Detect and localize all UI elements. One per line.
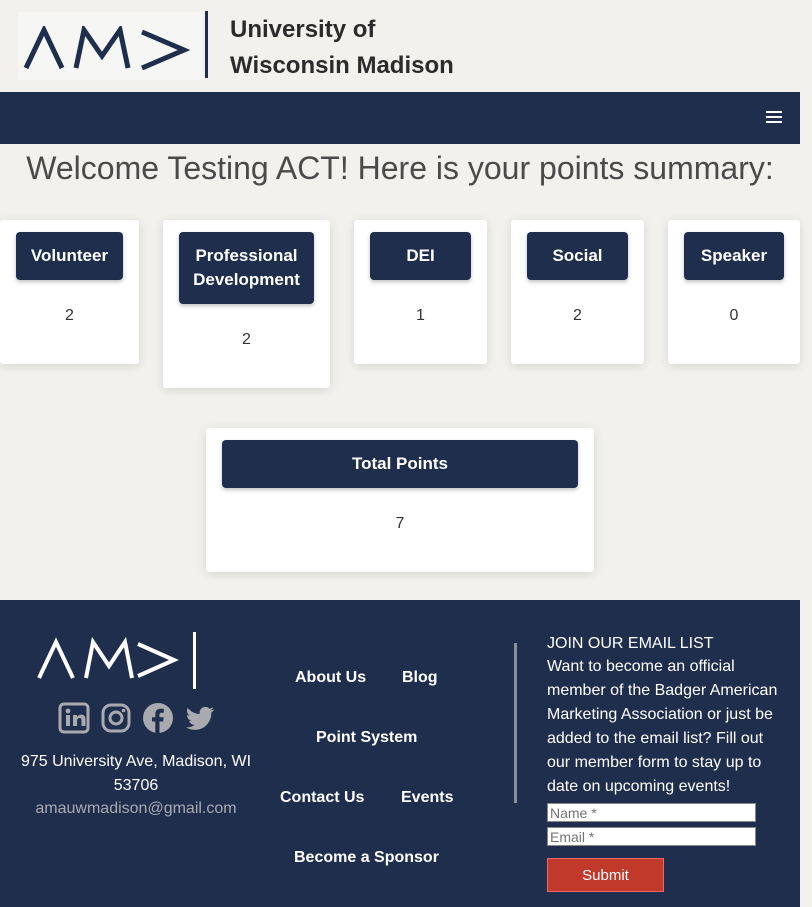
footer-address: 975 University Ave, Madison, WI 53706 [20, 753, 252, 794]
university-line-2: Wisconsin Madison [230, 52, 454, 79]
logo-divider [205, 11, 208, 78]
footer-ama-logo-mark [37, 632, 196, 689]
card-header-volunteer: Volunteer [16, 232, 123, 280]
card-header-speaker: Speaker [684, 232, 784, 280]
card-value-speaker: 0 [729, 307, 739, 324]
points-card-dei: DEI 1 [354, 220, 487, 364]
footer-link-sponsor[interactable]: Become a Sponsor [294, 849, 439, 867]
footer-link-blog[interactable]: Blog [402, 669, 438, 687]
points-card-speaker: Speaker 0 [668, 220, 800, 364]
points-card-professional-development: Professional Development 2 [163, 220, 330, 388]
site-footer: 975 University Ave, Madison, WI 53706 am… [0, 600, 800, 907]
total-points-header: Total Points [222, 440, 578, 488]
footer-link-contact[interactable]: Contact Us [280, 789, 364, 807]
nav-bar [0, 92, 800, 144]
twitter-icon[interactable] [184, 702, 216, 734]
ama-logo-mark [23, 26, 191, 70]
welcome-heading: Welcome Testing ACT! Here is your points… [26, 150, 774, 186]
instagram-icon[interactable] [100, 702, 132, 734]
name-input[interactable] [547, 803, 756, 822]
footer-logo[interactable] [36, 630, 200, 695]
total-points-value: 7 [395, 515, 405, 532]
social-icons [58, 702, 216, 734]
total-points-card: Total Points 7 [206, 428, 594, 572]
university-title: University of Wisconsin Madison [230, 12, 454, 84]
site-header: University of Wisconsin Madison [0, 0, 800, 92]
ama-logo[interactable] [18, 12, 202, 80]
submit-button[interactable]: Submit [547, 858, 664, 892]
points-card-volunteer: Volunteer 2 [0, 220, 139, 364]
card-value-dei: 1 [416, 307, 425, 324]
email-input[interactable] [547, 827, 756, 846]
card-value-volunteer: 2 [65, 307, 74, 324]
join-email-title: JOIN OUR EMAIL LIST [547, 635, 714, 652]
footer-divider [514, 643, 517, 803]
points-card-social: Social 2 [511, 220, 644, 364]
footer-email-link[interactable]: amauwmadison@gmail.com [10, 798, 262, 820]
card-value-professional-development: 2 [242, 331, 251, 348]
linkedin-icon[interactable] [58, 702, 90, 734]
card-header-professional-development: Professional Development [179, 232, 314, 304]
card-header-social: Social [527, 232, 628, 280]
join-email-text: Want to become an official member of the… [547, 658, 778, 795]
card-value-social: 2 [573, 307, 582, 324]
facebook-icon[interactable] [142, 702, 174, 734]
footer-link-point-system[interactable]: Point System [316, 729, 417, 747]
footer-link-events[interactable]: Events [401, 789, 453, 807]
card-header-dei: DEI [370, 232, 471, 280]
university-line-1: University of [230, 16, 376, 43]
footer-link-about[interactable]: About Us [295, 669, 366, 687]
hamburger-menu-icon[interactable] [766, 111, 782, 125]
